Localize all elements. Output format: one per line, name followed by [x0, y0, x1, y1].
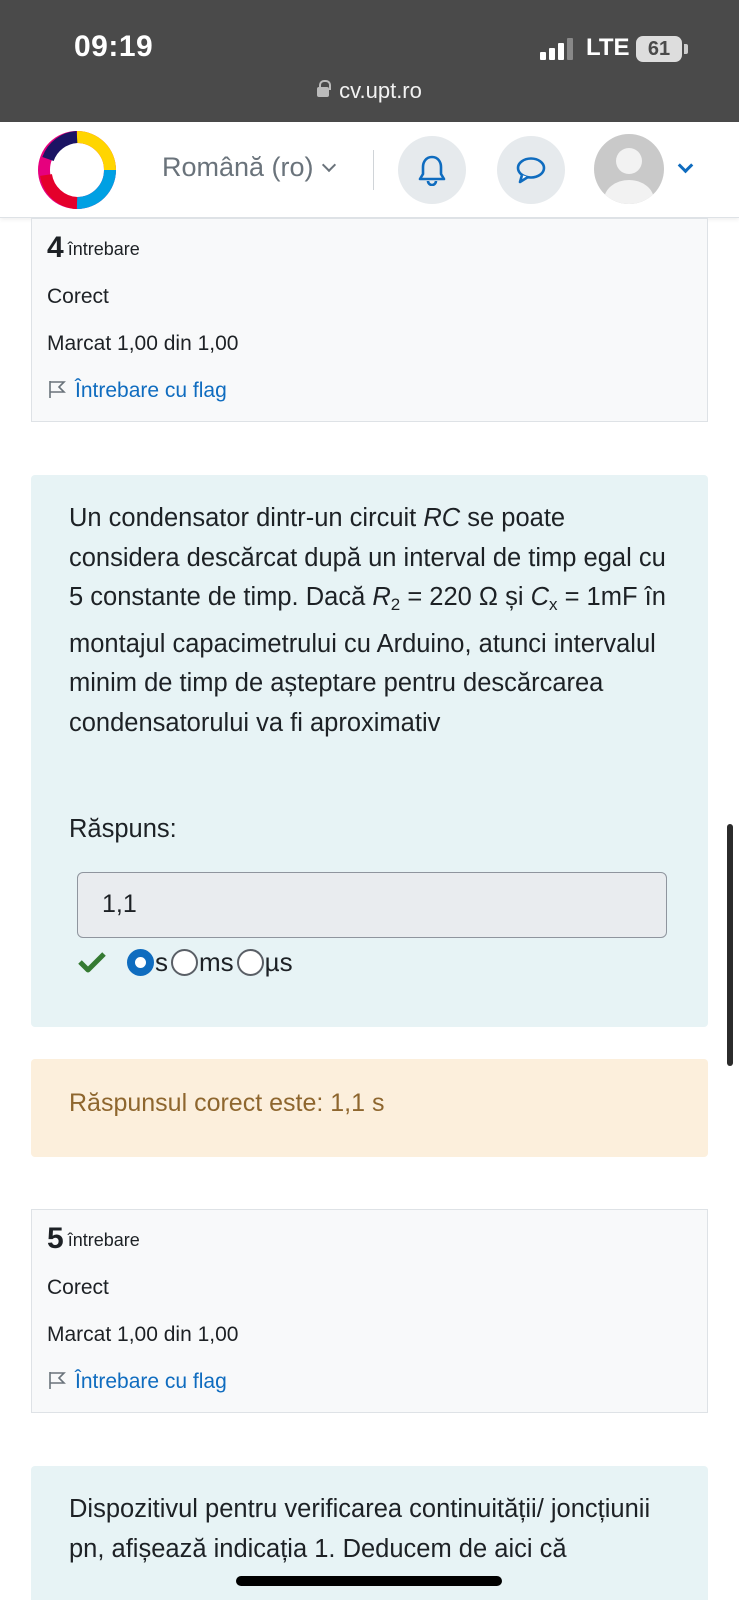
nav-divider [373, 150, 374, 190]
chevron-down-icon [321, 157, 336, 173]
unit-selector: s ms µs [77, 944, 296, 980]
question-grade: Marcat 1,00 din 1,00 [47, 332, 239, 355]
flag-icon [49, 381, 66, 398]
correct-check-icon [78, 952, 106, 973]
lock-icon [317, 80, 332, 97]
unit-radio-us[interactable] [236, 948, 264, 976]
url-text: cv.upt.ro [339, 78, 422, 103]
unit-label-s: s [155, 946, 168, 977]
question-number: 5 întrebare [47, 1222, 140, 1255]
message-bubble-icon [516, 157, 546, 184]
user-menu-chevron-icon[interactable] [677, 157, 694, 174]
unit-radio-s[interactable] [127, 948, 154, 976]
question-state: Corect [47, 285, 109, 308]
bell-icon [418, 155, 446, 186]
user-icon [604, 148, 654, 204]
question-info: 4 întrebare Corect Marcat 1,00 din 1,00 Î… [31, 218, 708, 422]
messages-button[interactable] [497, 136, 565, 204]
address-bar[interactable]: cv.upt.ro [0, 78, 739, 104]
question-number: 4 întrebare [47, 231, 140, 264]
flag-icon [49, 1372, 66, 1389]
question-text: Dispozitivul pentru verificarea continui… [69, 1495, 651, 1563]
flag-question-link[interactable]: Întrebare cu flag [47, 1370, 227, 1394]
question-text: Un condensator dintr-un circuit RC se po… [69, 504, 666, 737]
answer-input[interactable]: 1,1 [77, 872, 667, 938]
question-state: Corect [47, 1276, 109, 1299]
user-avatar[interactable] [594, 134, 664, 204]
home-indicator[interactable] [236, 1576, 502, 1586]
unit-label-us: µs [264, 946, 293, 977]
ios-status-bar: 09:19 LTE 61 cv.upt.ro [0, 0, 739, 122]
clock: 09:19 [74, 30, 154, 63]
question-formulation: Un condensator dintr-un circuit RC se po… [31, 475, 708, 1027]
battery-icon: 61 [636, 36, 682, 62]
question-grade: Marcat 1,00 din 1,00 [47, 1323, 239, 1346]
right-answer-text: Răspunsul corect este: 1,1 s [69, 1089, 385, 1117]
unit-label-ms: ms [199, 946, 234, 977]
battery-tip [684, 44, 688, 54]
language-label: Română (ro) [162, 152, 314, 182]
answer-label: Răspuns: [69, 815, 177, 843]
scrollbar[interactable] [727, 824, 733, 1066]
site-logo[interactable] [36, 129, 118, 211]
language-menu[interactable]: Română (ro) [162, 152, 336, 183]
network-label: LTE [586, 34, 630, 61]
site-navbar: Română (ro) [0, 122, 739, 218]
unit-radio-ms[interactable] [171, 948, 198, 976]
flag-question-link[interactable]: Întrebare cu flag [47, 379, 227, 403]
signal-icon [540, 38, 576, 60]
notifications-button[interactable] [398, 136, 466, 204]
right-answer-feedback: Răspunsul corect este: 1,1 s [31, 1059, 708, 1157]
question-info: 5 întrebare Corect Marcat 1,00 din 1,00 Î… [31, 1209, 708, 1413]
